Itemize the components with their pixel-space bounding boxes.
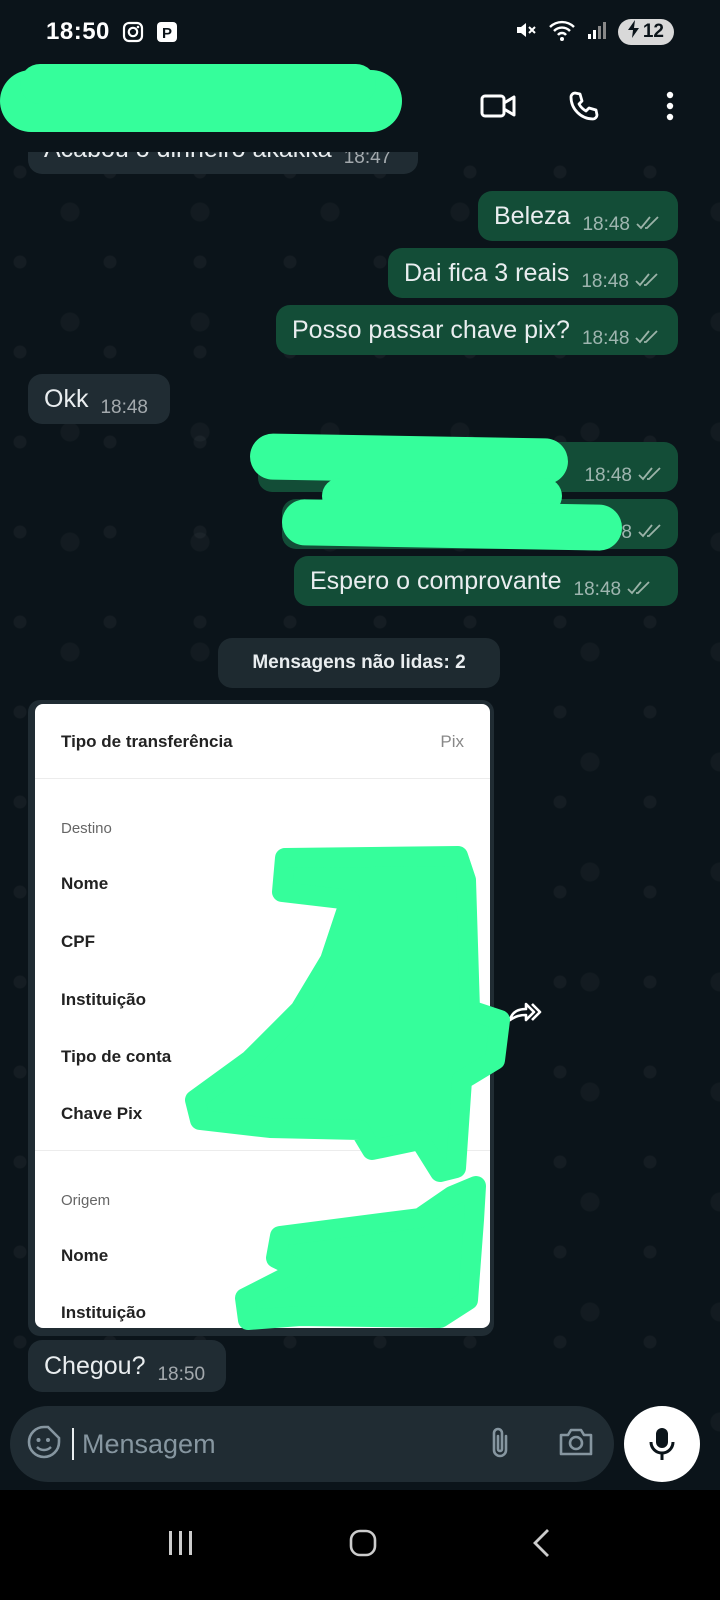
message-input[interactable]: Mensagem: [82, 1429, 216, 1460]
recent-apps-button[interactable]: [167, 1530, 195, 1561]
system-navigation-bar: [0, 1490, 720, 1600]
back-chevron-icon: [533, 1528, 550, 1557]
recent-apps-icon: [168, 1530, 192, 1555]
message-input-bar: Mensagem: [10, 1406, 614, 1482]
camera-button[interactable]: [558, 1426, 594, 1463]
microphone-icon: [649, 1428, 675, 1460]
voice-message-button[interactable]: [624, 1406, 700, 1482]
text-cursor: [72, 1428, 74, 1460]
receipt-redaction-scribble: [185, 846, 510, 1330]
home-button[interactable]: [348, 1528, 378, 1563]
attach-button[interactable]: [486, 1424, 514, 1465]
back-button[interactable]: [531, 1528, 553, 1563]
home-icon: [349, 1529, 377, 1556]
emoji-sticker-button[interactable]: [26, 1424, 62, 1465]
sticker-icon: [27, 1425, 61, 1458]
paperclip-icon: [492, 1427, 508, 1457]
camera-icon: [559, 1428, 593, 1455]
